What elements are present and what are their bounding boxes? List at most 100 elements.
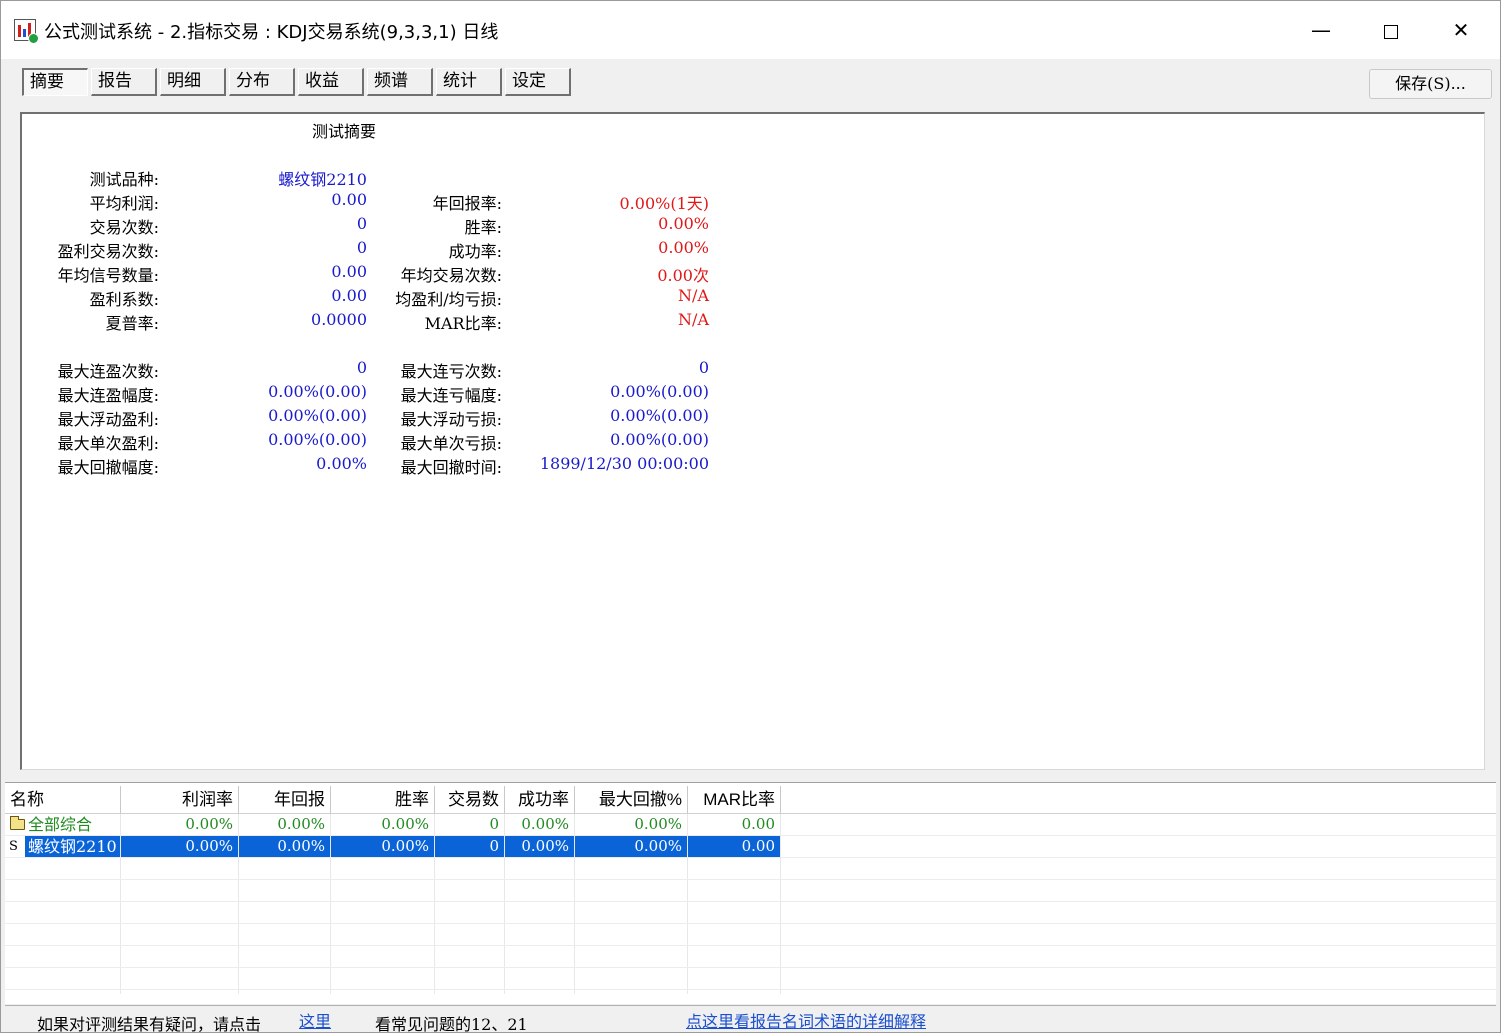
results-grid[interactable]: 名称 利润率 年回报 胜率 交易数 成功率 最大回撤% MAR比率 全部综合 0… bbox=[5, 782, 1496, 1004]
label-max-float-loss: 最大浮动亏损: bbox=[400, 410, 502, 429]
label-profit-factor: 盈利系数: bbox=[89, 290, 159, 309]
value-max-win-streak: 0 bbox=[356, 358, 367, 377]
label-max-single-loss: 最大单次亏损: bbox=[400, 434, 502, 453]
value-mar-ratio: N/A bbox=[678, 310, 709, 329]
label-max-win-streak: 最大连盈次数: bbox=[57, 362, 159, 381]
cell-trade-count: 0 bbox=[489, 815, 499, 833]
value-max-win-streak-range: 0.00%(0.00) bbox=[268, 382, 367, 401]
tab-statistics[interactable]: 统计 bbox=[436, 68, 502, 96]
label-max-loss-streak: 最大连亏次数: bbox=[400, 362, 502, 381]
label-max-win-streak-range: 最大连盈幅度: bbox=[57, 386, 159, 405]
col-annual-return[interactable]: 年回报 bbox=[239, 786, 331, 813]
maximize-icon bbox=[1384, 24, 1398, 39]
value-max-loss-streak-range: 0.00%(0.00) bbox=[610, 382, 709, 401]
minimize-button[interactable]: — bbox=[1286, 1, 1356, 59]
value-symbol: 螺纹钢2210 bbox=[278, 170, 367, 189]
value-win-rate: 0.00% bbox=[658, 214, 709, 233]
label-max-drawdown-time: 最大回撤时间: bbox=[400, 458, 502, 477]
cell-annual-return: 0.00% bbox=[277, 815, 325, 833]
value-max-loss-streak: 0 bbox=[698, 358, 709, 377]
col-name[interactable]: 名称 bbox=[5, 786, 121, 813]
cell-success-rate: 0.00% bbox=[521, 815, 569, 833]
status-faq-text: 看常见问题的12、21 bbox=[375, 1015, 528, 1033]
col-success-rate[interactable]: 成功率 bbox=[505, 786, 575, 813]
value-max-single-profit: 0.00%(0.00) bbox=[268, 430, 367, 449]
status-question-text: 如果对评测结果有疑问，请点击 bbox=[37, 1015, 262, 1033]
tab-settings[interactable]: 设定 bbox=[505, 68, 571, 96]
cell-win-rate: 0.00% bbox=[331, 836, 434, 857]
value-profit-factor: 0.00 bbox=[331, 286, 367, 305]
label-max-drawdown: 最大回撤幅度: bbox=[57, 458, 159, 477]
col-trade-count[interactable]: 交易数 bbox=[435, 786, 505, 813]
cell-name: 螺纹钢2210 bbox=[25, 836, 120, 857]
app-chart-icon bbox=[14, 19, 39, 44]
maximize-button[interactable] bbox=[1356, 1, 1426, 59]
grid-hline bbox=[5, 967, 1496, 968]
tab-summary[interactable]: 摘要 bbox=[22, 68, 88, 96]
label-avg-win-loss: 均盈利/均亏损: bbox=[395, 290, 502, 309]
cell-trade-count: 0 bbox=[435, 836, 504, 857]
faq-here-link[interactable]: 这里 bbox=[299, 1008, 331, 1032]
table-row-selected[interactable]: S 螺纹钢2210 0.00% 0.00% 0.00% 0 0.00% 0.00… bbox=[5, 836, 785, 858]
tab-strip: 摘要 报告 明细 分布 收益 频谱 统计 设定 bbox=[22, 68, 574, 96]
value-max-single-loss: 0.00%(0.00) bbox=[610, 430, 709, 449]
label-symbol: 测试品种: bbox=[89, 170, 159, 189]
status-bar: 如果对评测结果有疑问，请点击 这里 看常见问题的12、21 点这里看报告名词术语… bbox=[5, 1005, 1496, 1033]
grid-hline bbox=[5, 923, 1496, 924]
cell-win-rate: 0.00% bbox=[381, 815, 429, 833]
value-max-float-loss: 0.00%(0.00) bbox=[610, 406, 709, 425]
col-win-rate[interactable]: 胜率 bbox=[331, 786, 435, 813]
value-max-float-profit: 0.00%(0.00) bbox=[268, 406, 367, 425]
label-max-float-profit: 最大浮动盈利: bbox=[57, 410, 159, 429]
col-mar-ratio[interactable]: MAR比率 bbox=[688, 786, 781, 813]
value-annual-trades: 0.00次 bbox=[657, 266, 709, 285]
grid-hline bbox=[5, 945, 1496, 946]
label-win-rate: 胜率: bbox=[464, 218, 502, 237]
tab-report[interactable]: 报告 bbox=[91, 68, 157, 96]
cell-mar-ratio: 0.00 bbox=[688, 836, 780, 857]
grid-hline bbox=[5, 901, 1496, 902]
close-button[interactable]: ✕ bbox=[1426, 1, 1496, 59]
cell-profit-rate: 0.00% bbox=[185, 815, 233, 833]
app-window: 公式测试系统 - 2.指标交易 : KDJ交易系统(9,3,3,1) 日线 — … bbox=[0, 0, 1501, 1033]
label-success-rate: 成功率: bbox=[448, 242, 502, 261]
grid-hline bbox=[5, 879, 1496, 880]
col-max-drawdown[interactable]: 最大回撤% bbox=[575, 786, 688, 813]
cell-profit-rate: 0.00% bbox=[121, 836, 238, 857]
label-win-trades: 盈利交易次数: bbox=[57, 242, 159, 261]
cell-annual-return: 0.00% bbox=[239, 836, 330, 857]
cell-max-drawdown: 0.00% bbox=[575, 836, 687, 857]
save-button[interactable]: 保存(S)... bbox=[1369, 69, 1492, 99]
grid-hline bbox=[5, 989, 1496, 990]
tab-detail[interactable]: 明细 bbox=[160, 68, 226, 96]
close-icon: ✕ bbox=[1452, 18, 1470, 42]
value-win-trades: 0 bbox=[356, 238, 367, 257]
label-annual-signals: 年均信号数量: bbox=[57, 266, 159, 285]
summary-report-panel: 测试摘要 测试品种: 螺纹钢2210 平均利润: 0.00 交易次数: 0 盈利… bbox=[20, 112, 1485, 770]
report-title: 测试摘要 bbox=[312, 122, 377, 141]
glossary-link[interactable]: 点这里看报告名词术语的详细解释 bbox=[686, 1008, 926, 1032]
cell-mar-ratio: 0.00 bbox=[741, 815, 775, 833]
tab-returns[interactable]: 收益 bbox=[298, 68, 364, 96]
cell-success-rate: 0.00% bbox=[505, 836, 574, 857]
table-row[interactable]: 全部综合 0.00% 0.00% 0.00% 0 0.00% 0.00% 0.0… bbox=[5, 814, 785, 836]
minimize-icon: — bbox=[1311, 18, 1331, 42]
value-sharpe: 0.0000 bbox=[311, 310, 367, 329]
cell-name: 全部综合 bbox=[28, 815, 93, 834]
value-trade-count: 0 bbox=[356, 214, 367, 233]
tab-distribution[interactable]: 分布 bbox=[229, 68, 295, 96]
value-annual-signals: 0.00 bbox=[331, 262, 367, 281]
label-mar-ratio: MAR比率: bbox=[424, 314, 502, 333]
value-max-drawdown-time: 1899/12/30 00:00:00 bbox=[539, 454, 709, 473]
label-avg-profit: 平均利润: bbox=[89, 194, 159, 213]
label-annual-return: 年回报率: bbox=[432, 194, 502, 213]
value-avg-win-loss: N/A bbox=[678, 286, 709, 305]
grid-header: 名称 利润率 年回报 胜率 交易数 成功率 最大回撤% MAR比率 bbox=[5, 786, 785, 813]
window-title: 公式测试系统 - 2.指标交易 : KDJ交易系统(9,3,3,1) 日线 bbox=[44, 22, 499, 43]
col-profit-rate[interactable]: 利润率 bbox=[121, 786, 239, 813]
label-max-loss-streak-range: 最大连亏幅度: bbox=[400, 386, 502, 405]
title-bar[interactable]: 公式测试系统 - 2.指标交易 : KDJ交易系统(9,3,3,1) 日线 — … bbox=[1, 1, 1500, 59]
cell-max-drawdown: 0.00% bbox=[634, 815, 682, 833]
label-sharpe: 夏普率: bbox=[105, 314, 159, 333]
tab-spectrum[interactable]: 频谱 bbox=[367, 68, 433, 96]
